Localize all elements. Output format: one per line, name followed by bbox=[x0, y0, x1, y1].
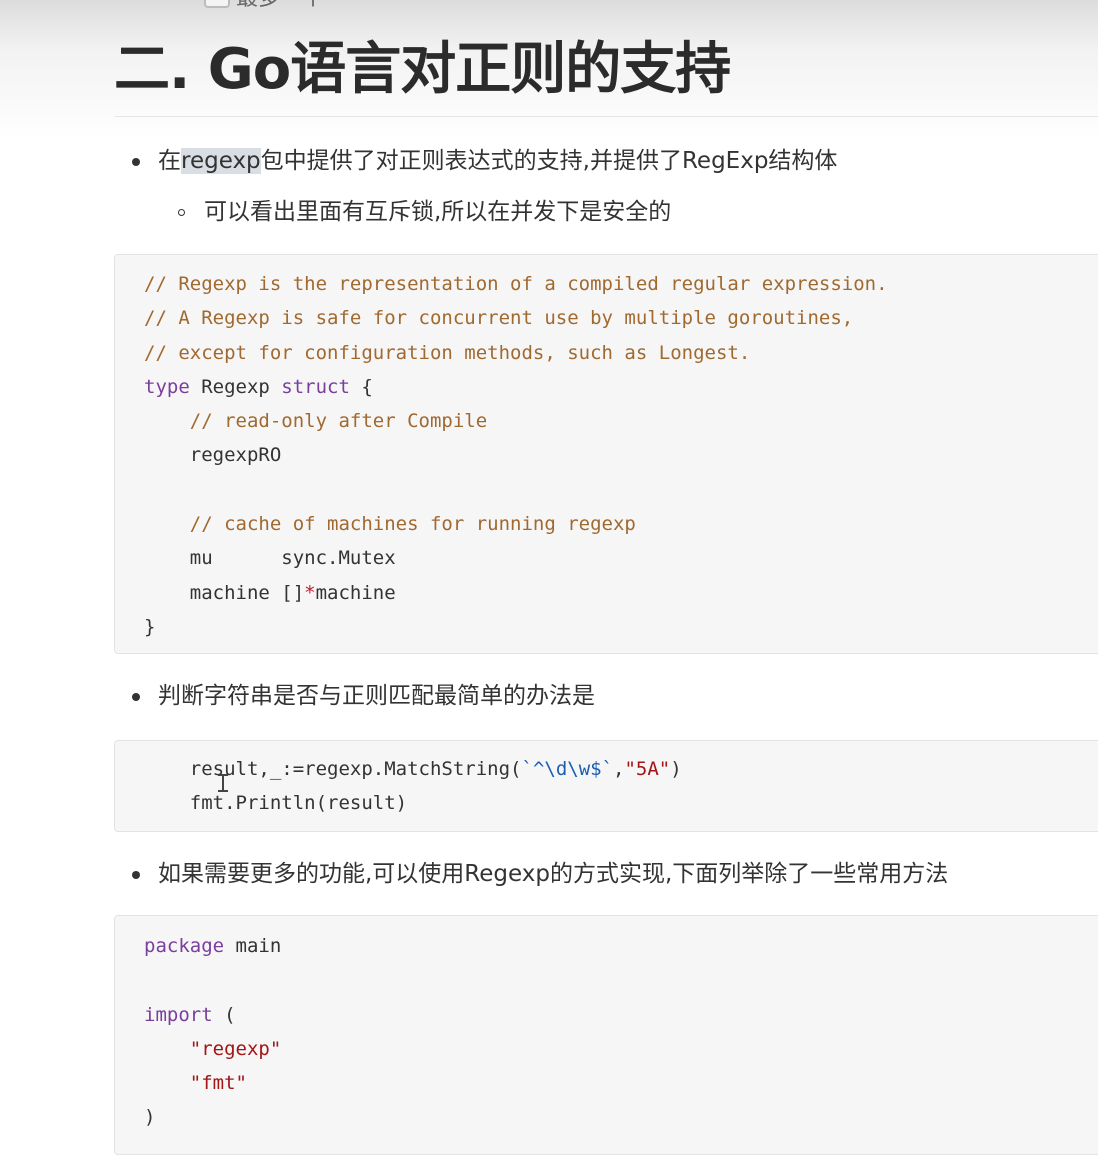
code-keyword: package bbox=[144, 935, 225, 957]
bullet-text: 在regexp包中提供了对正则表达式的支持,并提供了RegExp结构体 bbox=[158, 148, 838, 174]
bullet-dot-icon bbox=[132, 158, 140, 166]
bullet-dot-icon bbox=[132, 871, 140, 879]
code-keyword: type bbox=[144, 375, 190, 398]
sub-bullet-text: 可以看出里面有互斥锁,所以在并发下是安全的 bbox=[204, 199, 672, 225]
checkbox-icon[interactable] bbox=[204, 0, 230, 8]
code-string: "fmt" bbox=[189, 1072, 247, 1095]
code-block-package-main: package main import ( "regexp" "fmt" ) bbox=[114, 915, 1098, 1155]
code-keyword: struct bbox=[281, 375, 350, 398]
code-comment: // Regexp is the representation of a com… bbox=[144, 273, 888, 295]
code-comment: // A Regexp is safe for concurrent use b… bbox=[144, 307, 854, 330]
code-field: regexpRO bbox=[144, 444, 282, 467]
code-block-match-string: result,_:=regexp.MatchString(`^\d\w$`,"5… bbox=[114, 740, 1098, 832]
bullet-dot-icon bbox=[132, 693, 140, 701]
code-comment: // read-only after Compile bbox=[144, 410, 488, 433]
code-keyword: import bbox=[144, 1003, 213, 1026]
heading-divider bbox=[114, 116, 1098, 117]
code-content: // Regexp is the representation of a com… bbox=[144, 273, 888, 638]
code-block-regexp-struct: // Regexp is the representation of a com… bbox=[114, 254, 1098, 654]
code-comment: // cache of machines for running regexp bbox=[144, 513, 636, 536]
code-content: result,_:=regexp.MatchString(`^\d\w$`,"5… bbox=[144, 758, 682, 815]
bullet-text: 如果需要更多的功能,可以使用Regexp的方式实现,下面列举除了一些常用方法 bbox=[158, 861, 949, 887]
cut-off-text: 最多一个 bbox=[236, 0, 324, 10]
section-heading: 二. Go语言对正则的支持 bbox=[114, 37, 731, 102]
code-content: package main import ( "regexp" "fmt" ) bbox=[144, 935, 282, 1129]
code-comment: // except for configuration methods, suc… bbox=[144, 341, 751, 364]
code-field: mu sync.Mutex bbox=[144, 547, 396, 570]
text-cursor-icon bbox=[218, 774, 228, 792]
code-string: "5A" bbox=[624, 758, 671, 780]
bullet-text: 判断字符串是否与正则匹配最简单的办法是 bbox=[158, 683, 595, 709]
bullet-circle-icon bbox=[178, 209, 185, 216]
cut-off-task-item: 最多一个 bbox=[204, 0, 324, 10]
highlighted-term: regexp bbox=[181, 148, 261, 174]
code-operator: * bbox=[304, 581, 316, 604]
code-raw-string: `^\d\w$` bbox=[521, 758, 614, 780]
code-string: "regexp" bbox=[189, 1037, 282, 1060]
